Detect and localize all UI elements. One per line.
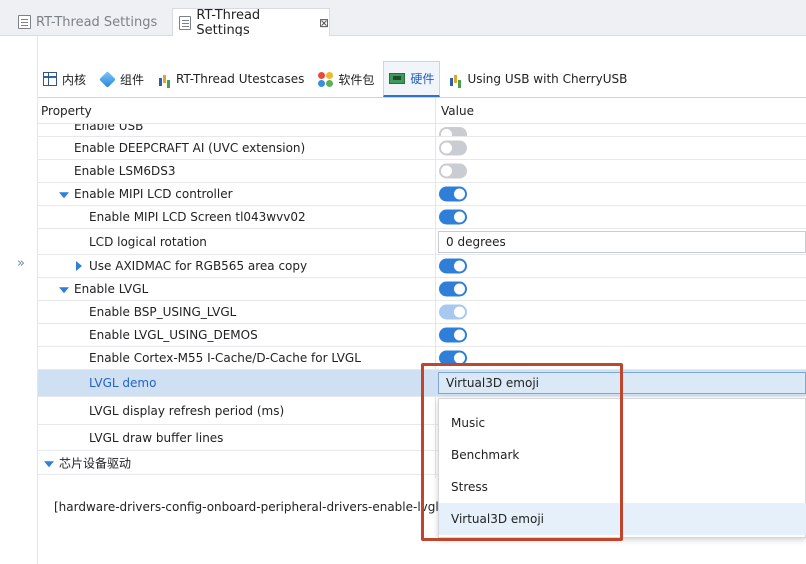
row-label: LVGL draw buffer lines [89, 430, 224, 445]
grid-icon [43, 72, 57, 86]
tab-label: 软件包 [338, 72, 375, 87]
table-header: Property Value [38, 98, 806, 124]
row-label: 芯片设备驱动 [59, 456, 132, 470]
toggle-switch-disabled [439, 304, 467, 320]
column-header-value: Value [441, 104, 474, 118]
bars-icon [158, 72, 171, 86]
dropdown-option[interactable]: Stress [439, 471, 806, 503]
row-label: Enable Cortex-M55 I-Cache/D-Cache for LV… [89, 351, 361, 365]
dropdown-option[interactable]: Benchmark [439, 439, 806, 471]
editor-tab-bar: RT-Thread Settings RT-Thread Settings ⊠ [0, 0, 806, 38]
row-label: Enable USB [74, 124, 144, 133]
toggle-switch[interactable] [439, 258, 467, 274]
tab-kernel[interactable]: 内核 [38, 61, 91, 97]
dropdown-option[interactable]: Music [439, 407, 806, 439]
tab-utestcases[interactable]: RT-Thread Utestcases [153, 61, 309, 97]
tab-label: 组件 [120, 72, 145, 87]
row-label: Enable MIPI LCD Screen tl043wvv02 [89, 210, 306, 224]
category-tab-bar: 内核 组件 RT-Thread Utestcases 软件包 硬件 Using … [38, 61, 806, 98]
row-label: Enable LSM6DS3 [74, 164, 176, 178]
expand-down-icon[interactable] [44, 460, 54, 467]
table-row[interactable]: Enable LVGL [38, 278, 806, 301]
row-label: Enable MIPI LCD controller [74, 187, 233, 201]
editor-tab-settings-active[interactable]: RT-Thread Settings ⊠ [172, 7, 330, 38]
rotation-select[interactable]: 0 degrees [438, 231, 806, 253]
toggle-switch[interactable] [439, 209, 467, 225]
table-row[interactable]: Enable LVGL_USING_DEMOS [38, 324, 806, 347]
lvgl-demo-select[interactable]: Virtual3D emoji [438, 372, 806, 394]
toggle-switch[interactable] [439, 140, 467, 156]
expand-down-icon[interactable] [59, 192, 69, 199]
expand-down-icon[interactable] [59, 287, 69, 294]
table-row[interactable]: Enable MIPI LCD controller [38, 183, 806, 206]
tab-hardware[interactable]: 硬件 [383, 61, 441, 97]
table-row[interactable]: Enable LSM6DS3 [38, 160, 806, 183]
row-label: Enable LVGL_USING_DEMOS [89, 328, 258, 342]
table-row[interactable]: Use AXIDMAC for RGB565 area copy [38, 255, 806, 278]
row-label: Enable DEEPCRAFT AI (UVC extension) [74, 141, 306, 155]
expand-panel-icon[interactable]: » [17, 256, 25, 271]
table-row[interactable]: Enable MIPI LCD Screen tl043wvv02 [38, 206, 806, 229]
table-row[interactable]: Enable USB [38, 124, 806, 137]
toggle-switch[interactable] [439, 281, 467, 297]
editor-tab-label: RT-Thread Settings [36, 14, 158, 30]
board-icon [389, 73, 406, 84]
rt-thread-settings-window: RT-Thread Settings RT-Thread Settings ⊠ … [0, 0, 806, 564]
tab-cherryusb[interactable]: Using USB with CherryUSB [444, 61, 632, 97]
flower-icon [318, 71, 333, 87]
lvgl-demo-dropdown-list: Music Benchmark Stress Virtual3D emoji [438, 398, 806, 538]
close-tab-icon[interactable]: ⊠ [319, 16, 329, 30]
config-path-text: [hardware-drivers-config-onboard-periphe… [54, 500, 454, 514]
tab-components[interactable]: 组件 [95, 61, 149, 97]
editor-tab-label: RT-Thread Settings [196, 7, 261, 38]
tab-label: 硬件 [410, 72, 435, 86]
toggle-switch[interactable] [439, 186, 467, 202]
row-label: LVGL display refresh period (ms) [89, 403, 285, 418]
table-row-selected[interactable]: LVGL demo Virtual3D emoji [38, 370, 806, 397]
settings-document-icon [18, 15, 31, 29]
toggle-switch[interactable] [439, 350, 467, 366]
tab-label: RT-Thread Utestcases [176, 72, 305, 86]
table-row[interactable]: LCD logical rotation 0 degrees [38, 229, 806, 255]
left-gutter: » [0, 36, 38, 564]
dropdown-option-selected[interactable]: Virtual3D emoji [439, 503, 806, 535]
row-label: LVGL demo [89, 376, 157, 390]
row-label: Enable BSP_USING_LVGL [89, 305, 237, 319]
column-header-property: Property [41, 104, 92, 118]
bars-icon [449, 72, 462, 86]
tab-label: 内核 [62, 72, 87, 87]
table-row[interactable]: Enable Cortex-M55 I-Cache/D-Cache for LV… [38, 347, 806, 370]
tab-packages[interactable]: 软件包 [313, 61, 379, 97]
cube-icon [99, 70, 116, 88]
toggle-switch[interactable] [439, 163, 467, 179]
row-label: Enable LVGL [74, 282, 149, 296]
row-label: Use AXIDMAC for RGB565 area copy [89, 259, 308, 273]
toggle-switch[interactable] [439, 127, 467, 136]
editor-tab-settings-inactive[interactable]: RT-Thread Settings [12, 8, 170, 36]
expand-right-icon[interactable] [76, 261, 82, 271]
table-row[interactable]: Enable DEEPCRAFT AI (UVC extension) [38, 137, 806, 160]
settings-document-icon [179, 15, 192, 30]
tab-label: Using USB with CherryUSB [467, 72, 628, 86]
toggle-switch[interactable] [439, 327, 467, 343]
table-row[interactable]: Enable BSP_USING_LVGL [38, 301, 806, 324]
row-label: LCD logical rotation [89, 234, 207, 249]
